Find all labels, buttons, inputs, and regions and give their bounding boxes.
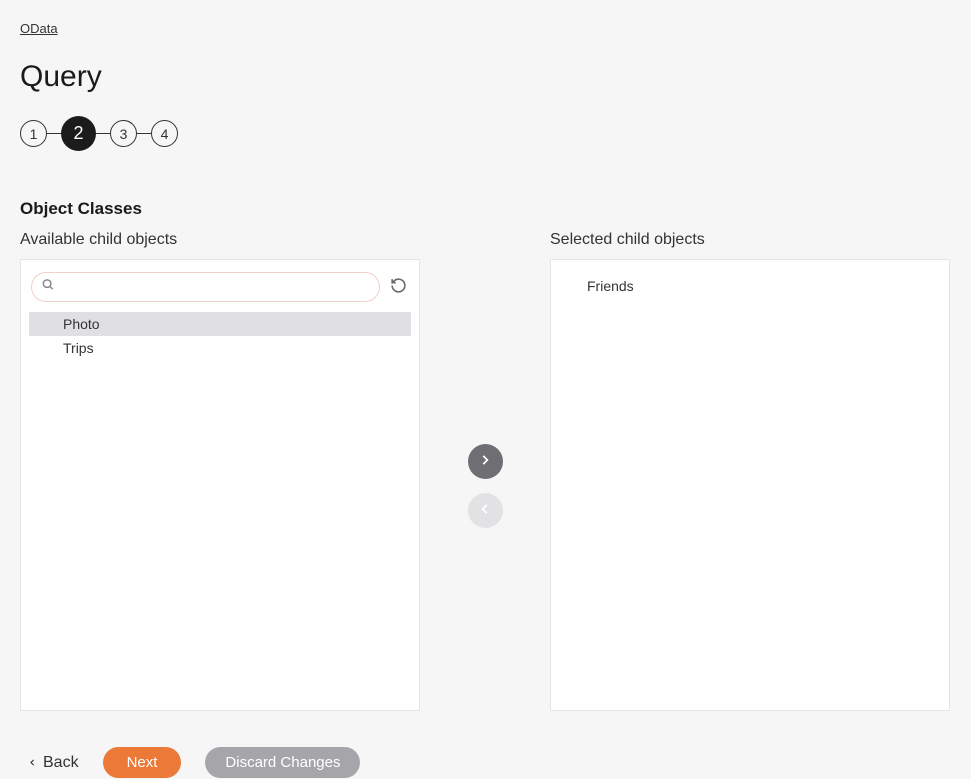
list-item[interactable]: Friends: [559, 274, 941, 298]
page-title: Query: [20, 60, 951, 94]
list-item[interactable]: Photo: [29, 312, 411, 336]
selected-column: Selected child objects Friends: [550, 231, 950, 711]
step-3[interactable]: 3: [110, 120, 137, 147]
refresh-icon: [390, 277, 407, 297]
selected-items-list: Friends: [559, 274, 941, 298]
refresh-button[interactable]: [388, 275, 409, 299]
list-item[interactable]: Trips: [29, 336, 411, 360]
step-connector: [137, 133, 151, 135]
search-wrap: [31, 272, 380, 302]
section-title-object-classes: Object Classes: [20, 199, 951, 219]
available-label: Available child objects: [20, 231, 420, 249]
chevron-left-icon: [28, 754, 37, 772]
chevron-right-icon: [478, 453, 492, 470]
move-left-button: [468, 493, 503, 528]
step-connector: [47, 133, 61, 135]
discard-button[interactable]: Discard Changes: [205, 747, 360, 778]
back-label: Back: [43, 754, 79, 772]
transfer-controls: [420, 231, 550, 711]
available-items-list: PhotoTrips: [29, 312, 411, 360]
selected-panel: Friends: [550, 259, 950, 711]
step-2[interactable]: 2: [61, 116, 96, 151]
step-1[interactable]: 1: [20, 120, 47, 147]
move-right-button[interactable]: [468, 444, 503, 479]
wizard-stepper: 1234: [20, 116, 951, 151]
search-row: [29, 272, 411, 310]
available-panel: PhotoTrips: [20, 259, 420, 711]
breadcrumb-link[interactable]: OData: [20, 21, 58, 36]
step-connector: [96, 133, 110, 135]
dual-list-selector: Available child objects Phot: [20, 231, 951, 711]
search-input[interactable]: [31, 272, 380, 302]
chevron-left-icon: [478, 502, 492, 519]
next-button[interactable]: Next: [103, 747, 182, 778]
footer-actions: Back Next Discard Changes: [20, 747, 951, 778]
available-column: Available child objects Phot: [20, 231, 420, 711]
back-button[interactable]: Back: [28, 754, 79, 772]
selected-label: Selected child objects: [550, 231, 950, 249]
step-4[interactable]: 4: [151, 120, 178, 147]
